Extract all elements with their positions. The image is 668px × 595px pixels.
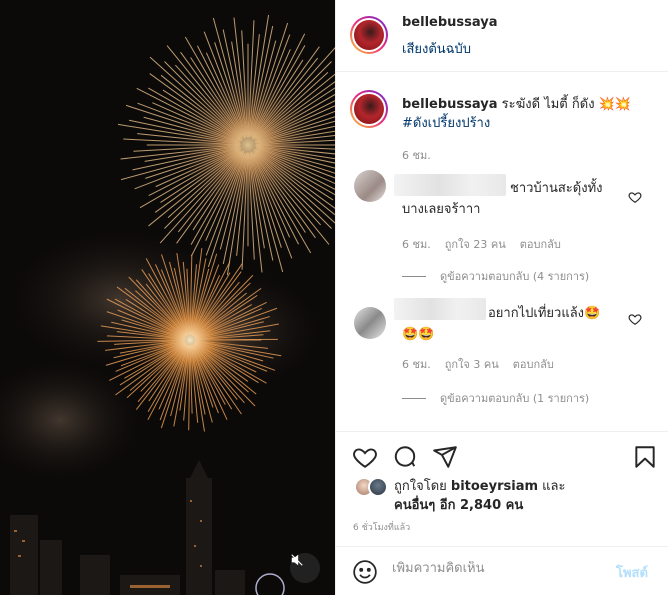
others-likes-link[interactable]: คนอื่นๆ อีก 2,840 คน [394, 498, 523, 513]
caption-avatar[interactable] [350, 90, 388, 128]
view-replies-button[interactable]: ดูข้อความตอบกลับ (4 รายการ) [402, 267, 589, 285]
liker-username[interactable]: bitoeyrsiam [451, 479, 538, 494]
avatar[interactable] [350, 16, 388, 54]
divider-line [402, 275, 426, 277]
share-icon[interactable] [432, 444, 458, 470]
liked-by-avatars[interactable] [354, 477, 396, 499]
add-comment-form: โพสต์ [336, 546, 668, 595]
caption: bellebussaya ระฆังดี ไมตี้ ก็ดัง 💥💥 #ดัง… [402, 95, 652, 133]
heart-icon[interactable] [352, 444, 378, 470]
header-username[interactable]: bellebussaya [402, 15, 498, 30]
caption-time[interactable]: 6 ชม. [402, 146, 431, 164]
divider-line [402, 397, 426, 399]
caption-hashtag[interactable]: #ดังเปรี้ยงปร้าง [402, 116, 490, 131]
post-header: bellebussaya เสียงต้นฉบับ [336, 0, 668, 72]
post-details-panel: bellebussaya เสียงต้นฉบับ bellebussaya ร… [335, 0, 668, 595]
comment-avatar[interactable] [354, 307, 386, 339]
comment-time[interactable]: 6 ชม. [402, 235, 431, 253]
comment-input[interactable] [392, 561, 602, 576]
comment-time[interactable]: 6 ชม. [402, 355, 431, 373]
comment-icon[interactable] [392, 444, 418, 470]
comment-like-heart-icon[interactable] [628, 312, 642, 326]
liked-by-connector: และ [542, 479, 566, 494]
comment-meta: 6 ชม. ถูกใจ 23 คน ตอบกลับ [402, 235, 561, 253]
post-comment-button[interactable]: โพสต์ [616, 562, 648, 583]
view-replies-label: ดูข้อความตอบกลับ (4 รายการ) [440, 270, 590, 283]
comment-reply-button[interactable]: ตอบกลับ [520, 235, 561, 253]
comment-like-heart-icon[interactable] [628, 190, 642, 204]
post-media-video[interactable] [0, 0, 335, 595]
audio-link[interactable]: เสียงต้นฉบับ [402, 38, 471, 59]
bookmark-icon[interactable] [632, 444, 658, 470]
comment-avatar[interactable] [354, 170, 386, 202]
post-actions: ถูกใจโดย bitoeyrsiam และ คนอื่นๆ อีก 2,8… [336, 431, 668, 546]
comment-likes[interactable]: ถูกใจ 23 คน [445, 235, 506, 253]
view-replies-button[interactable]: ดูข้อความตอบกลับ (1 รายการ) [402, 389, 589, 407]
caption-username[interactable]: bellebussaya [402, 97, 498, 112]
comment-text: ชาวบ้านสะดุ้งทั้งบางเลยจร้าาา [402, 181, 603, 217]
comment-meta: 6 ชม. ถูกใจ 3 คน ตอบกลับ [402, 355, 554, 373]
emoji-icon[interactable] [352, 559, 378, 585]
comment-likes[interactable]: ถูกใจ 3 คน [445, 355, 499, 373]
liked-by-text: ถูกใจโดย bitoeyrsiam และ คนอื่นๆ อีก 2,8… [394, 477, 634, 515]
fireworks-image [0, 0, 335, 595]
mute-button[interactable] [290, 553, 320, 583]
post-timestamp[interactable]: 6 ชั่วโมงที่แล้ว [353, 520, 410, 534]
view-replies-label: ดูข้อความตอบกลับ (1 รายการ) [440, 392, 590, 405]
liked-by-prefix: ถูกใจโดย [394, 479, 447, 494]
caption-text: ระฆังดี ไมตี้ ก็ดัง 💥💥 [501, 97, 632, 112]
comment-text: อยากไปเที่ยวแล้ง🤩🤩🤩 [402, 306, 601, 342]
comment-reply-button[interactable]: ตอบกลับ [513, 355, 554, 373]
